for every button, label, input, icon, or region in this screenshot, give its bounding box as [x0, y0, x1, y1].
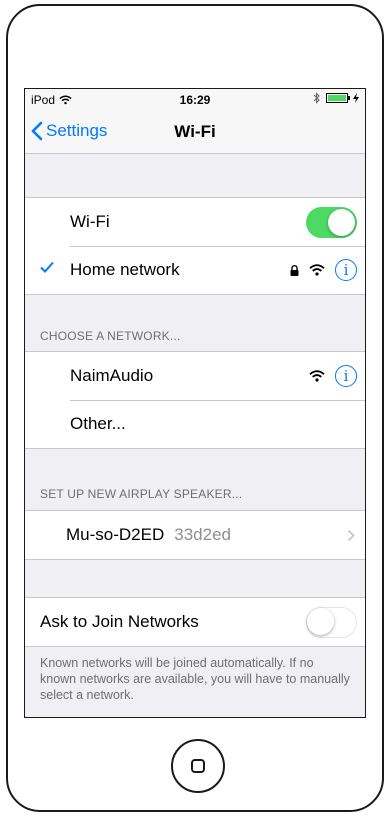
ask-join-toggle[interactable]: [306, 606, 357, 638]
airplay-group: Mu-so-D2ED 33d2ed: [25, 510, 365, 560]
screen: iPod 16:29 Settings Wi-Fi Wi-Fi Home net…: [24, 88, 366, 718]
airplay-speaker-name: Mu-so-D2ED: [66, 525, 165, 544]
battery-icon: [326, 93, 350, 103]
chevron-right-icon: [347, 529, 355, 541]
toggle-knob: [307, 608, 334, 635]
wifi-toggle-label: Wi-Fi: [70, 212, 110, 231]
navigation-bar: Settings Wi-Fi: [25, 111, 365, 154]
network-row-naimaudio[interactable]: NaimAudio i: [25, 352, 365, 400]
home-button[interactable]: [171, 739, 225, 793]
wifi-toggle-row: Wi-Fi: [25, 198, 365, 246]
charging-icon: [353, 93, 359, 103]
lock-icon: [290, 264, 299, 276]
wifi-strength-icon: [309, 264, 325, 276]
bluetooth-icon: [313, 92, 320, 104]
info-icon[interactable]: i: [335, 259, 357, 281]
ask-join-label: Ask to Join Networks: [40, 612, 199, 631]
wifi-toggle[interactable]: [306, 206, 357, 238]
back-button[interactable]: Settings: [31, 121, 107, 141]
airplay-speaker-row[interactable]: Mu-so-D2ED 33d2ed: [25, 511, 365, 559]
info-icon[interactable]: i: [335, 365, 357, 387]
chevron-left-icon: [31, 121, 43, 141]
home-square-icon: [191, 759, 205, 773]
ask-join-row: Ask to Join Networks: [25, 598, 365, 646]
network-name: Other...: [70, 414, 126, 433]
back-button-label: Settings: [46, 121, 108, 140]
available-networks-group: NaimAudio i Other...: [25, 351, 365, 449]
network-row-other[interactable]: Other...: [25, 400, 365, 448]
connected-network-name: Home network: [70, 260, 180, 279]
airplay-speaker-id: 33d2ed: [174, 525, 231, 544]
checkmark-icon: [40, 261, 54, 273]
status-bar: iPod 16:29: [25, 89, 365, 111]
network-name: NaimAudio: [70, 366, 154, 385]
connected-network-row[interactable]: Home network i: [25, 246, 365, 294]
airplay-header: SET UP NEW AIRPLAY SPEAKER...: [40, 487, 243, 501]
wifi-group: Wi-Fi Home network i: [25, 197, 365, 295]
wifi-strength-icon: [309, 370, 325, 382]
ask-join-group: Ask to Join Networks: [25, 597, 365, 647]
toggle-knob: [328, 208, 355, 236]
choose-network-header: CHOOSE A NETWORK...: [40, 329, 181, 343]
ask-join-footer: Known networks will be joined automatica…: [40, 656, 350, 702]
